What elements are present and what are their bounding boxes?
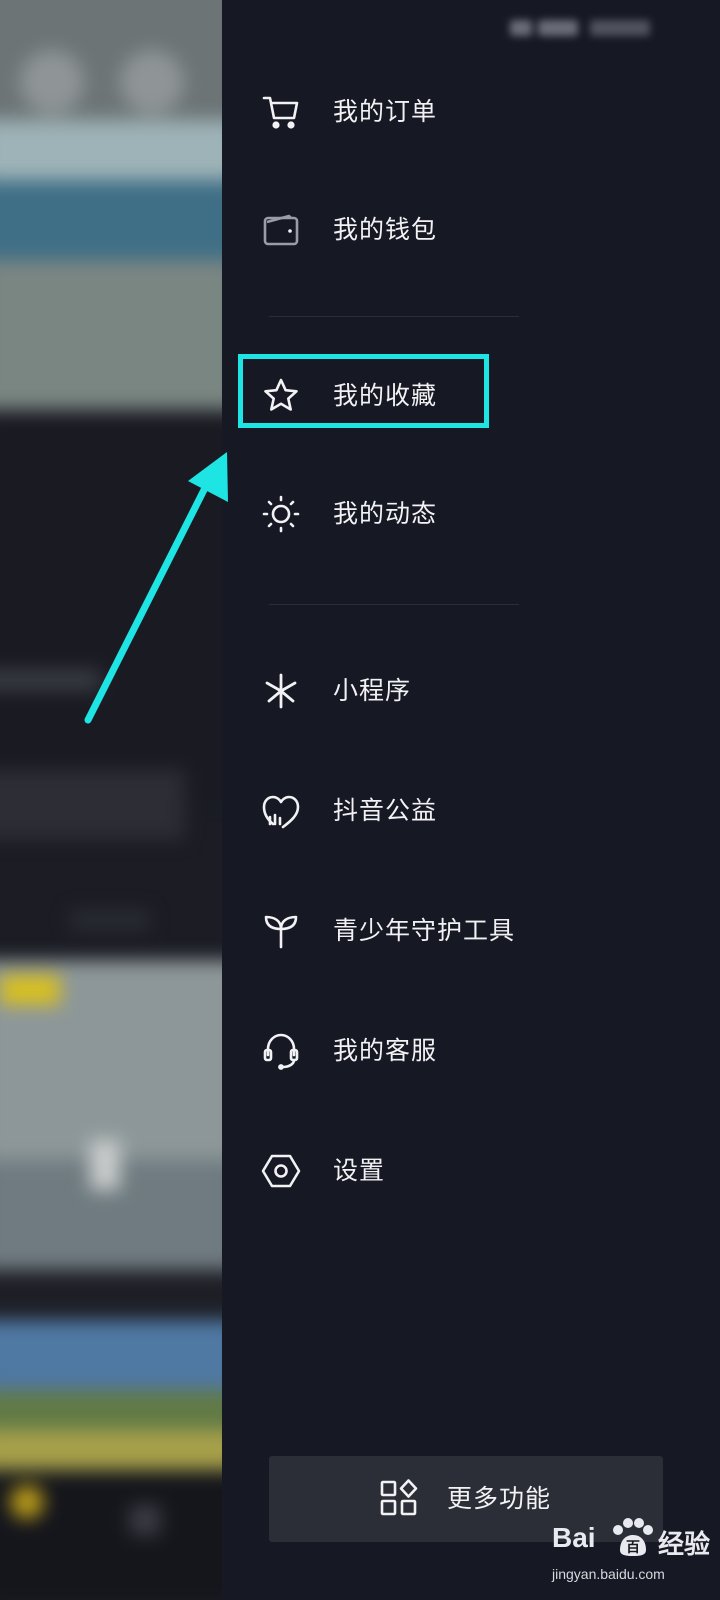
menu-item-label: 我的动态 — [333, 499, 438, 528]
status-bar-left-blurred — [70, 16, 222, 40]
sun-icon — [260, 494, 302, 534]
menu-item-label: 我的钱包 — [333, 215, 438, 244]
menu-item-charity[interactable]: 抖音公益 — [222, 771, 720, 851]
watermark-logo-text: Bai — [552, 1522, 596, 1553]
wallet-icon — [260, 210, 302, 250]
menu-divider — [269, 316, 519, 317]
settings-hexagon-icon — [260, 1151, 302, 1191]
menu-item-mini-programs[interactable]: 小程序 — [222, 651, 720, 731]
menu-item-label: 小程序 — [333, 676, 412, 705]
menu-divider — [269, 604, 519, 605]
menu-item-label: 设置 — [333, 1156, 386, 1185]
menu-item-customer-service[interactable]: 我的客服 — [222, 1011, 720, 1091]
watermark-logo: Bai — [552, 1522, 596, 1554]
menu-item-settings[interactable]: 设置 — [222, 1131, 720, 1211]
menu-item-activity[interactable]: 我的动态 — [222, 474, 720, 554]
sprout-icon — [260, 911, 302, 951]
mini-program-icon — [260, 671, 302, 711]
menu-item-teen-protection[interactable]: 青少年守护工具 — [222, 891, 720, 971]
heart-icon — [260, 791, 302, 831]
more-functions-label: 更多功能 — [447, 1484, 552, 1513]
menu-item-wallet[interactable]: 我的钱包 — [222, 190, 720, 270]
paw-text: 百 — [626, 1540, 640, 1556]
watermark-brand: 经验 — [658, 1530, 711, 1560]
baidu-watermark: Bai 百 经验 jingyan.baidu.com — [550, 1518, 720, 1600]
menu-item-label: 我的客服 — [333, 1036, 438, 1065]
background-page — [0, 0, 222, 1600]
menu-item-label: 青少年守护工具 — [333, 916, 516, 945]
menu-item-label: 我的订单 — [333, 97, 438, 126]
highlight-box — [238, 354, 489, 428]
side-drawer: 我的订单 我的钱包 我的收藏 我的动态 小程序 抖音公益 青少年守护工具 我的客… — [222, 0, 720, 1600]
paw-icon: 百 — [613, 1518, 653, 1556]
menu-item-label: 抖音公益 — [333, 796, 438, 825]
watermark-url: jingyan.baidu.com — [552, 1566, 665, 1582]
menu-item-orders[interactable]: 我的订单 — [222, 72, 720, 152]
headset-icon — [260, 1031, 302, 1071]
status-bar-right-blurred — [510, 20, 650, 36]
grid-apps-icon — [379, 1478, 419, 1518]
cart-icon — [260, 92, 302, 132]
